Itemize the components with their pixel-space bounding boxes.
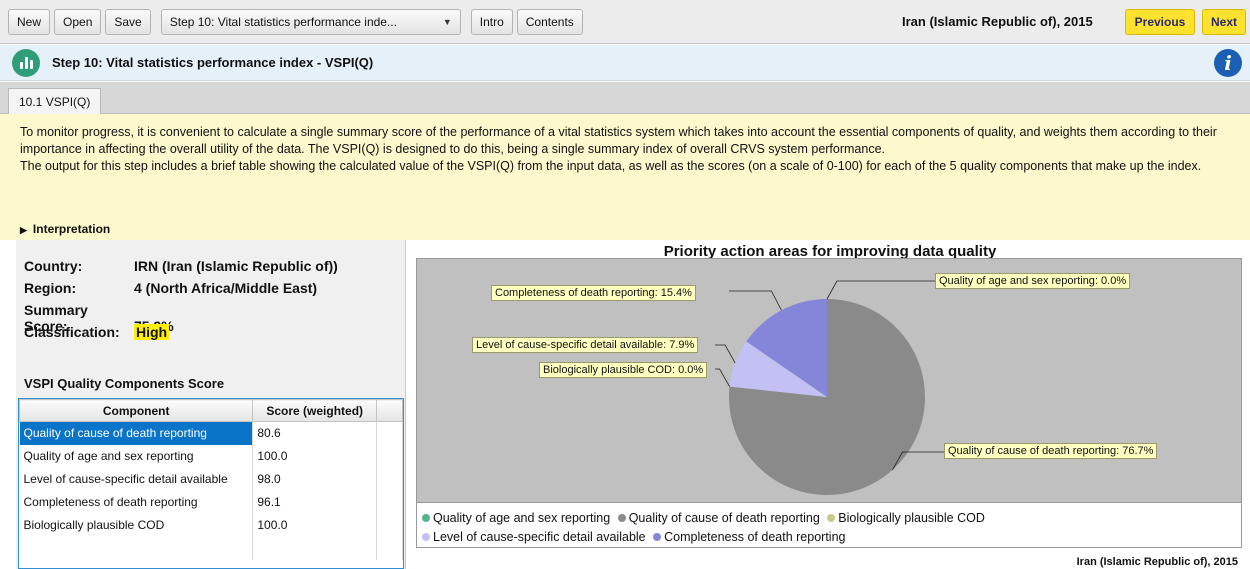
legend-label: Quality of cause of death reporting xyxy=(628,511,820,525)
description-paragraph-2: The output for this step includes a brie… xyxy=(20,159,1202,173)
chart-footer: Iran (Islamic Republic of), 2015 xyxy=(1076,556,1238,568)
component-score: 100.0 xyxy=(252,513,378,537)
component-score: 98.0 xyxy=(252,467,378,491)
table-row[interactable] xyxy=(19,536,403,560)
next-button[interactable]: Next xyxy=(1202,9,1246,35)
chart-panel: Priority action areas for improving data… xyxy=(410,240,1250,569)
classification-row: Classification: High xyxy=(24,324,170,340)
description-panel: To monitor progress, it is convenient to… xyxy=(0,114,1250,240)
triangle-right-icon: ▶ xyxy=(20,225,27,235)
component-name: Quality of age and sex reporting xyxy=(19,444,254,468)
component-name: Quality of cause of death reporting xyxy=(19,421,254,445)
country-label: Country: xyxy=(24,258,83,274)
info-icon[interactable]: i xyxy=(1214,49,1242,77)
open-button[interactable]: Open xyxy=(54,8,102,35)
leader-line xyxy=(729,290,782,311)
column-header-component[interactable]: Component xyxy=(18,399,254,422)
table-row[interactable]: Biologically plausible COD 100.0 xyxy=(19,513,403,537)
callout-completeness: Completeness of death reporting: 15.4% xyxy=(491,285,696,301)
save-button[interactable]: Save xyxy=(105,8,151,35)
contents-button[interactable]: Contents xyxy=(516,8,583,35)
legend-dot xyxy=(422,533,430,541)
legend-dot xyxy=(827,514,836,522)
components-title: VSPI Quality Components Score xyxy=(24,376,225,391)
component-name: Level of cause-specific detail available xyxy=(19,467,254,491)
region-label: Region: xyxy=(24,280,77,296)
intro-button[interactable]: Intro xyxy=(470,8,513,35)
legend-dot xyxy=(617,514,626,522)
leader-line xyxy=(826,280,939,300)
component-score: 96.1 xyxy=(252,490,378,514)
classification-value: High xyxy=(134,324,170,340)
leader-line xyxy=(715,344,736,364)
step-header: Step 10: Vital statistics performance in… xyxy=(0,45,1250,81)
interpretation-toggle[interactable]: ▶ Interpretation xyxy=(20,221,110,239)
component-score: 80.6 xyxy=(252,421,378,445)
callout-biologically-plausible: Biologically plausible COD: 0.0% xyxy=(539,362,708,378)
plot-area: Quality of age and sex reporting: 0.0% C… xyxy=(416,258,1242,514)
chevron-down-icon: ▼ xyxy=(442,16,452,27)
table-row[interactable]: Level of cause-specific detail available… xyxy=(19,467,403,491)
summary-panel: Country: IRN (Iran (Islamic Republic of))… xyxy=(16,240,406,569)
classification-label: Classification: xyxy=(24,324,120,340)
country-row: Country: IRN (Iran (Islamic Republic of)) xyxy=(24,258,338,274)
component-name: Biologically plausible COD xyxy=(19,513,254,537)
components-table[interactable]: Component Score (weighted) Quality of ca… xyxy=(18,398,404,569)
country-year-label: Iran (Islamic Republic of), 2015 xyxy=(902,14,1093,29)
chart-legend: Quality of age and sex reporting Quality… xyxy=(416,502,1242,548)
legend-item: Completeness of death reporting xyxy=(653,530,845,544)
legend-dot xyxy=(653,533,662,541)
table-row[interactable]: Completeness of death reporting 96.1 xyxy=(19,490,403,514)
legend-item: Quality of age and sex reporting xyxy=(422,511,610,525)
step-title: Step 10: Vital statistics performance in… xyxy=(52,55,374,70)
component-score: 100.0 xyxy=(252,444,378,468)
callout-age-sex: Quality of age and sex reporting: 0.0% xyxy=(935,273,1131,289)
legend-label: Biologically plausible COD xyxy=(838,511,985,525)
interpretation-label: Interpretation xyxy=(32,222,111,236)
legend-item: Level of cause-specific detail available xyxy=(422,530,646,544)
column-header-blank xyxy=(376,399,403,422)
region-value: 4 (North Africa/Middle East) xyxy=(134,280,318,296)
tab-strip: 10.1 VSPI(Q) xyxy=(0,82,1250,114)
legend-item: Biologically plausible COD xyxy=(827,511,985,525)
previous-button[interactable]: Previous xyxy=(1125,9,1195,35)
leader-line xyxy=(715,368,730,387)
legend-label: Completeness of death reporting xyxy=(664,530,846,544)
table-row[interactable]: Quality of cause of death reporting 80.6 xyxy=(19,421,403,445)
step-dropdown-value: Step 10: Vital statistics performance in… xyxy=(169,14,397,29)
step-dropdown[interactable]: Step 10: Vital statistics performance in… xyxy=(160,8,461,35)
component-name: Completeness of death reporting xyxy=(19,490,254,514)
callout-cause-detail: Level of cause-specific detail available… xyxy=(472,337,699,353)
legend-label: Quality of age and sex reporting xyxy=(433,511,611,525)
description-paragraph-1: To monitor progress, it is convenient to… xyxy=(20,125,1217,156)
table-row[interactable]: Quality of age and sex reporting 100.0 xyxy=(19,444,403,468)
callout-cause-of-death: Quality of cause of death reporting: 76.… xyxy=(944,443,1158,459)
country-value: IRN (Iran (Islamic Republic of)) xyxy=(134,258,338,274)
tab-vspi[interactable]: 10.1 VSPI(Q) xyxy=(8,88,102,114)
column-header-score[interactable]: Score (weighted) xyxy=(252,399,378,422)
bar-chart-icon xyxy=(12,48,40,77)
new-button[interactable]: New xyxy=(8,8,51,35)
legend-dot xyxy=(422,514,430,522)
legend-item: Quality of cause of death reporting xyxy=(617,511,820,525)
region-row: Region: 4 (North Africa/Middle East) xyxy=(24,280,317,296)
legend-label: Level of cause-specific detail available xyxy=(433,530,646,544)
